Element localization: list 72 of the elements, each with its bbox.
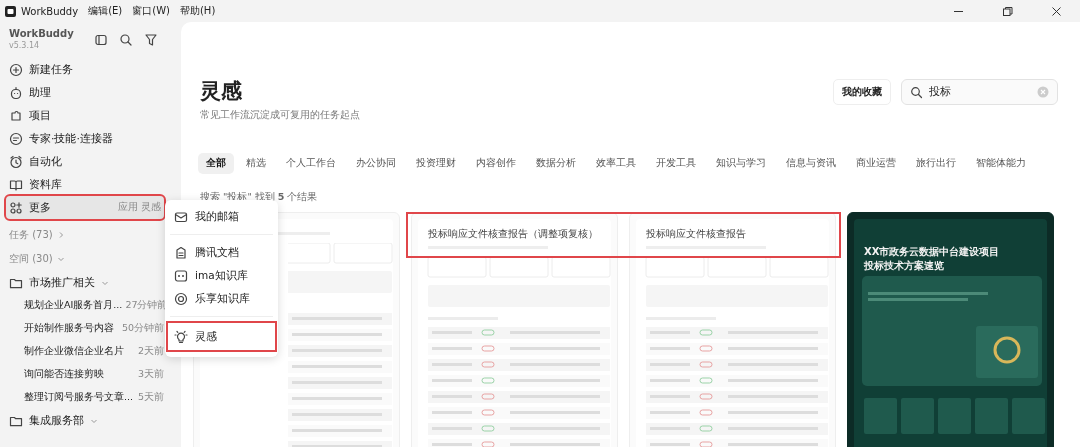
version-label: v5.3.14 [9, 41, 41, 50]
task-time: 2天前 [137, 345, 164, 358]
task-item[interactable]: 开始制作服务号内容 50分钟前 [6, 317, 164, 340]
plus-circle-icon [9, 62, 23, 77]
menu-item[interactable]: 编辑(E) [88, 4, 123, 18]
lightbulb-icon [174, 329, 188, 344]
folder-item[interactable]: 集成服务部 [6, 409, 164, 432]
app-title: WorkBuddy [9, 28, 74, 39]
robot-icon [9, 85, 23, 100]
category-tab[interactable]: 信息与资讯 [778, 153, 844, 174]
apps-icon [9, 200, 23, 215]
category-tab[interactable]: 投资理财 [408, 153, 464, 174]
funnel-icon[interactable] [144, 33, 158, 47]
app-logo-icon [4, 4, 17, 18]
category-tab[interactable]: 知识与学习 [708, 153, 774, 174]
category-tab[interactable]: 内容创作 [468, 153, 524, 174]
menu-item[interactable]: ima知识库 [168, 264, 275, 287]
app-name: WorkBuddy [21, 5, 79, 17]
card-title: XX市政务云数据中台建设项目 [863, 245, 1001, 259]
page-subtitle: 常见工作流沉淀成可复用的任务起点 [200, 109, 360, 122]
card-title: 投标技术方案速览 [863, 258, 945, 272]
category-tab[interactable]: 开发工具 [648, 153, 704, 174]
task-time: 3天前 [137, 368, 164, 381]
search-field[interactable]: 投标 [901, 79, 1058, 105]
nav-hint: 应用 灵感 [117, 201, 161, 214]
menu-item[interactable]: 窗口(W) [132, 4, 170, 18]
nav-item[interactable]: 助理 [6, 81, 164, 104]
category-tab[interactable]: 办公协同 [348, 153, 404, 174]
sidebar-toggle-icon[interactable] [94, 33, 108, 47]
envelope-icon [174, 209, 188, 224]
nav-item[interactable]: 自动化 [6, 150, 164, 173]
category-tab[interactable]: 智能体能力 [968, 153, 1034, 174]
nav-item[interactable]: 新建任务 [6, 58, 164, 81]
result-card[interactable]: 投标响应文件核查报告 [629, 212, 836, 447]
close-icon[interactable] [1051, 5, 1062, 17]
task-item[interactable]: 制作企业微信企业名片 2天前 [6, 340, 164, 363]
document-icon [174, 245, 188, 260]
menu-item[interactable]: 帮助(H) [179, 4, 216, 18]
folder-item[interactable]: 市场推广相关 [6, 271, 164, 294]
menu-item[interactable]: 腾讯文档 [168, 241, 275, 264]
nav-item[interactable]: 资料库 [6, 173, 164, 196]
book-icon [9, 177, 23, 192]
category-tab[interactable]: 精选 [238, 153, 274, 174]
page-title: 灵感 [200, 78, 243, 105]
chevron-down-icon [56, 255, 65, 263]
menu-item[interactable]: 我的邮箱 [168, 205, 275, 228]
card-title: 投标响应文件核查报告 [645, 227, 747, 241]
task-item[interactable]: 询问能否连接剪映 3天前 [6, 363, 164, 386]
category-tab[interactable]: 数据分析 [528, 153, 584, 174]
category-tab[interactable]: 个人工作台 [278, 153, 344, 174]
card-title: 投标响应文件核查报告（调整项复核） [427, 227, 599, 241]
task-item[interactable]: 整理订阅号服务号文章... 5天前 [6, 386, 164, 409]
category-tab[interactable]: 全部 [198, 153, 234, 174]
category-tab[interactable]: 商业运营 [848, 153, 904, 174]
category-tab[interactable]: 旅行出行 [908, 153, 964, 174]
menu-item[interactable]: 灵感 [168, 323, 275, 350]
result-card[interactable]: 投标响应文件核查报告（调整项复核） [411, 212, 618, 447]
category-tab[interactable]: 效率工具 [588, 153, 644, 174]
alarm-clock-icon [9, 154, 23, 169]
nav-item[interactable]: 项目 [6, 104, 164, 127]
task-time: 5天前 [137, 391, 164, 404]
task-time: 50分钟前 [121, 322, 164, 335]
nav-item[interactable]: 专家·技能·连接器 [6, 127, 164, 150]
ring-icon [174, 291, 188, 306]
nav-item[interactable]: 更多 应用 灵感 [6, 196, 164, 219]
favorites-button[interactable]: 我的收藏 [833, 79, 891, 105]
search-icon[interactable] [119, 33, 133, 47]
menu-item[interactable]: 乐享知识库 [168, 287, 275, 310]
panda-icon [174, 268, 188, 283]
search-icon [910, 86, 923, 99]
result-card[interactable]: XX市政务云数据中台建设项目 投标技术方案速览 [847, 212, 1054, 447]
restore-icon[interactable] [1002, 5, 1013, 17]
